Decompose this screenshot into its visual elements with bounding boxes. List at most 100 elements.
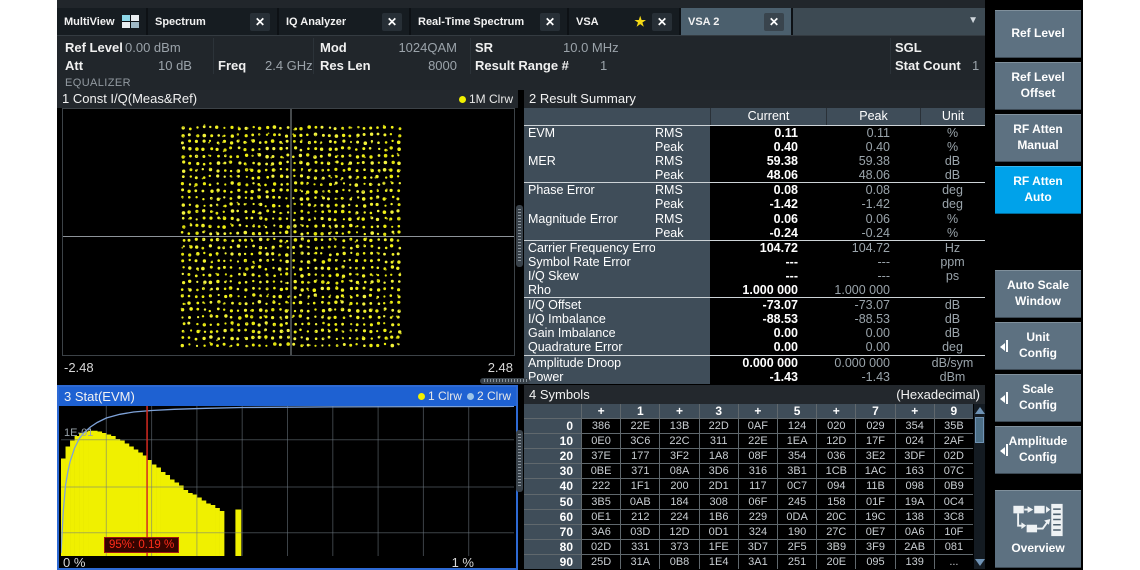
symbol-cell: 1E4 [700,555,738,569]
window-const-iq-titlebar[interactable]: 1 Const I/Q(Meas&Ref) 1M Clrw [57,90,518,108]
channel-setting-freq[interactable]: Freq2.4 GHz [218,58,246,75]
tab-multiview[interactable]: MultiView [57,8,146,35]
symbol-cell: 163 [896,464,934,478]
result-param-type [655,356,710,370]
symbol-cell: 3D7 [739,540,777,554]
result-current-value: 0.00 [710,326,826,340]
evm-histogram-plot[interactable]: 1E-01 95%: 0.19 % [61,406,514,556]
symbols-column-header: 3 [700,404,738,418]
trace-legend-entry[interactable]: 1 Clrw [418,387,462,406]
window-result-summary-titlebar[interactable]: 2 Result Summary [524,90,985,108]
result-param-type [655,241,710,255]
softkey-unit-config[interactable]: Unit Config [995,322,1081,370]
tab-real-time-spectrum[interactable]: Real-Time Spectrum✕ [411,8,567,35]
result-unit: dB [920,312,985,326]
channel-setting-result_range[interactable]: Result Range #1 [475,58,569,75]
symbols-row-label: 90 [524,555,581,569]
symbols-scrollbar[interactable] [973,404,985,569]
symbol-cell: 22D [700,419,738,433]
softkey-ref-level-offset[interactable]: Ref Level Offset [995,62,1081,110]
result-unit: dB [920,298,985,312]
close-tab-icon[interactable]: ✕ [764,13,784,31]
window-const-iq-title: 1 Const I/Q(Meas&Ref) [62,90,197,108]
softkey-ref-level[interactable]: Ref Level [995,10,1081,58]
result-param-name: Rho [524,283,655,297]
scrollbar-thumb[interactable] [975,417,984,443]
softkey-scale-config[interactable]: Scale Config [995,374,1081,422]
tab-vsa-2[interactable]: VSA 2✕ [681,8,791,35]
splitter-handle-vertical[interactable] [516,430,523,492]
symbol-cell: 13B [660,419,698,433]
symbol-cell: 20E [817,555,855,569]
result-row: Gain Imbalance0.000.00dB [524,326,985,340]
softkey-overview[interactable]: Overview [995,490,1081,568]
result-current-value: 48.06 [710,168,826,182]
result-peak-value: 1.000 000 [826,283,920,297]
softkey-label: Overview [1011,541,1064,557]
softkey-auto-scale-window[interactable]: Auto Scale Window [995,270,1081,318]
channel-setting-sgl[interactable]: SGL [895,40,922,57]
channel-setting-stat_count[interactable]: Stat Count1 [895,58,961,75]
close-tab-icon[interactable]: ✕ [382,13,402,31]
result-peak-value: 0.11 [826,126,920,140]
result-unit: dB/sym [920,356,985,370]
channel-setting-sr[interactable]: SR10.0 MHz [475,40,493,57]
symbol-cell: 324 [739,525,777,539]
result-param-type [655,283,710,297]
result-summary-header-row: CurrentPeakUnit [524,108,985,126]
symbol-cell: 20C [817,510,855,524]
result-summary-table: CurrentPeakUnit EVMRMS0.110.11%Peak0.400… [524,108,985,381]
symbol-cell: 0A6 [896,525,934,539]
close-tab-icon[interactable]: ✕ [652,13,672,31]
scroll-down-icon[interactable] [975,559,985,566]
constellation-plot[interactable] [62,108,515,356]
symbol-cell: 024 [896,434,934,448]
channel-setting-ref_level[interactable]: Ref Level0.00 dBm [65,40,123,57]
symbol-cell: 251 [778,555,816,569]
result-row: Magnitude ErrorRMS0.060.06% [524,212,985,226]
softkey-rf-atten-auto[interactable]: RF Atten Auto [995,166,1081,214]
channel-setting-att[interactable]: Att10 dB [65,58,83,75]
close-tab-icon[interactable]: ✕ [540,13,560,31]
result-param-name: Magnitude Error [524,212,655,226]
channel-setting-res_len[interactable]: Res Len8000 [320,58,371,75]
channel-setting-label: SR [475,40,493,55]
symbol-cell: 0E1 [582,510,620,524]
result-param-type [655,340,710,354]
tab-spectrum[interactable]: Spectrum✕ [148,8,277,35]
symbol-cell: 1A8 [700,449,738,463]
trace-color-dot [459,96,466,103]
symbol-cell: 036 [817,449,855,463]
softkey-rf-atten-manual[interactable]: RF Atten Manual [995,114,1081,162]
symbol-cell: 22E [739,434,777,448]
symbol-cell: 3C6 [621,434,659,448]
symbol-cell: 224 [660,510,698,524]
tab-vsa[interactable]: VSA★✕ [569,8,679,35]
result-row: Carrier Frequency Error104.72104.72Hz [524,241,985,255]
symbol-cell: 3A6 [582,525,620,539]
x-axis-min-label: -2.48 [64,360,94,375]
scroll-up-icon[interactable] [975,407,985,414]
symbols-column-header: + [582,404,620,418]
close-tab-icon[interactable]: ✕ [250,13,270,31]
trace-legend-entry[interactable]: 2 Clrw [467,387,511,406]
result-row: Peak-0.24-0.24% [524,226,985,241]
result-param-name: Quadrature Error [524,340,655,354]
result-param-type: RMS [655,154,710,168]
window-symbols-titlebar[interactable]: 4 Symbols (Hexadecimal) [524,385,985,404]
splitter-handle-horizontal[interactable] [480,378,530,384]
tab-overflow-icon[interactable]: ▼ [968,15,978,26]
symbol-cell: 331 [621,540,659,554]
softkey-amplitude-config[interactable]: Amplitude Config [995,426,1081,474]
tab-iq-analyzer[interactable]: IQ Analyzer✕ [279,8,409,35]
symbol-cell: 117 [739,479,777,493]
result-column-header: Current [710,108,826,125]
trace-legend: 1 Clrw 2 Clrw [418,387,511,406]
trace-legend-entry[interactable]: 1M Clrw [459,90,513,108]
splitter-handle-vertical[interactable] [516,205,523,267]
symbol-cell: 020 [817,419,855,433]
window-stat-evm-titlebar[interactable]: 3 Stat(EVM) 1 Clrw2 Clrw [59,387,516,406]
channel-setting-mod[interactable]: Mod1024QAM [320,40,347,57]
result-peak-value: --- [826,269,920,283]
symbol-cell: 1EA [778,434,816,448]
